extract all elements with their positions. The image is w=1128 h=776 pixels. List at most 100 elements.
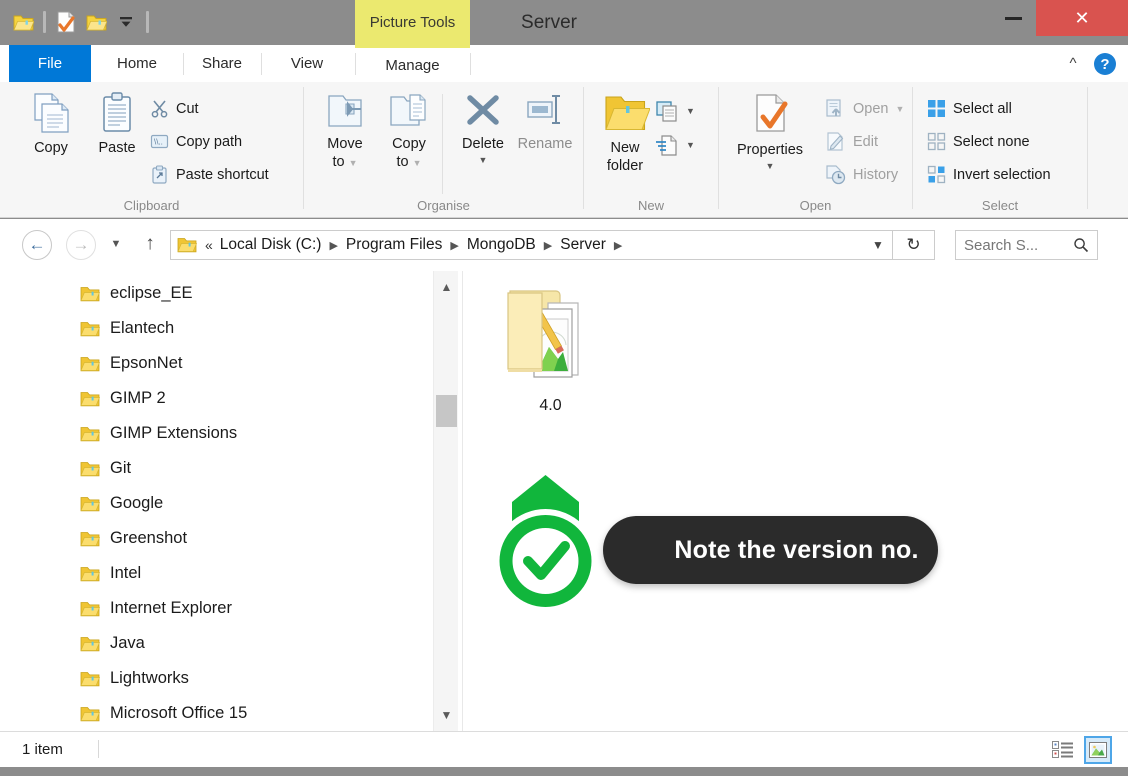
tree-item-label: Internet Explorer <box>110 599 232 618</box>
back-button[interactable]: ← <box>22 230 52 260</box>
paste-button[interactable]: Paste <box>80 90 154 157</box>
move-to-button[interactable]: Moveto ▼ <box>308 90 382 172</box>
cut-button[interactable]: Cut <box>150 94 199 123</box>
breadcrumb-overflow[interactable]: « <box>201 237 217 253</box>
tree-item-3[interactable]: GIMP 2 <box>80 381 166 416</box>
breadcrumb-arrow-0[interactable]: ▶ <box>324 239 342 252</box>
copy-to-button[interactable]: Copyto ▼ <box>372 90 446 172</box>
large-icons-view-button[interactable] <box>1084 736 1112 764</box>
annotation-text: Note the version no. <box>622 536 918 565</box>
tree-item-label: GIMP Extensions <box>110 424 237 443</box>
refresh-icon: ↻ <box>906 235 920 255</box>
new-folder-button[interactable]: Newfolder <box>588 90 662 175</box>
tree-item-label: EpsonNet <box>110 354 182 373</box>
tree-item-8[interactable]: Intel <box>80 556 141 591</box>
breadcrumb-item-0[interactable]: Local Disk (C:) <box>217 236 325 254</box>
breadcrumb-arrow-2[interactable]: ▶ <box>539 239 557 252</box>
copy-button[interactable]: Copy <box>14 90 88 157</box>
delete-button-label: Delete <box>462 135 504 153</box>
invert-selection-button-label: Invert selection <box>953 167 1051 183</box>
up-button[interactable]: ↑ <box>138 233 162 255</box>
content-pane[interactable]: 4.0 Note the version no. <box>463 271 1128 731</box>
tree-item-7[interactable]: Greenshot <box>80 521 187 556</box>
edit-button[interactable]: Edit <box>825 127 878 156</box>
tree-item-label: Microsoft Office 15 <box>110 704 247 723</box>
easy-access-button[interactable]: ▼ <box>655 130 695 159</box>
breadcrumb-item-3[interactable]: Server <box>557 236 609 254</box>
chevron-up-icon[interactable]: ^ <box>1063 55 1083 72</box>
annotation-callout: Note the version no. <box>473 466 943 626</box>
folder-item[interactable]: 4.0 <box>483 279 618 415</box>
open-button[interactable]: Open ▼ <box>825 94 904 123</box>
ribbon-group-organise: Moveto ▼ Copyto ▼ Delete ▼ <box>304 82 583 218</box>
tree-item-6[interactable]: Google <box>80 486 163 521</box>
nav-pane-scrollbar[interactable]: ▲ ▼ <box>433 271 458 731</box>
forward-arrow-icon: → <box>73 235 90 255</box>
folder-icon <box>80 530 100 548</box>
properties-caret-icon[interactable]: ▼ <box>766 161 775 171</box>
tree-item-0[interactable]: eclipse_EE <box>80 276 193 311</box>
qat-properties-icon[interactable] <box>51 7 81 37</box>
tree-item-9[interactable]: Internet Explorer <box>80 591 232 626</box>
new-item-caret-icon[interactable]: ▼ <box>686 106 695 116</box>
up-arrow-icon: ↑ <box>145 233 155 254</box>
tab-manage[interactable]: Manage <box>355 45 470 82</box>
new-item-button[interactable]: ▼ <box>655 96 695 125</box>
tree-item-4[interactable]: GIMP Extensions <box>80 416 237 451</box>
copy-path-button[interactable]: \\.. Copy path <box>150 127 242 156</box>
breadcrumb-item-2[interactable]: MongoDB <box>464 236 539 254</box>
tree-item-11[interactable]: Lightworks <box>80 661 189 696</box>
select-none-button-label: Select none <box>953 134 1030 150</box>
easy-access-caret-icon[interactable]: ▼ <box>686 140 695 150</box>
move-to-button-label: Moveto ▼ <box>327 135 362 172</box>
tab-home[interactable]: Home <box>91 45 183 82</box>
open-caret-icon[interactable]: ▼ <box>895 104 904 114</box>
qat-new-folder-icon[interactable] <box>8 7 38 37</box>
tab-file[interactable]: File <box>9 45 91 82</box>
tree-item-label: Google <box>110 494 163 513</box>
recent-locations-button[interactable]: ▼ <box>106 238 126 250</box>
close-button[interactable]: ✕ <box>1036 0 1128 36</box>
search-input[interactable]: Search S... <box>955 230 1098 260</box>
minimize-button[interactable] <box>990 0 1036 36</box>
history-button[interactable]: History <box>825 160 898 189</box>
select-all-button[interactable]: Select all <box>927 94 1012 123</box>
contextual-tab-picture-tools[interactable]: Picture Tools <box>355 0 470 45</box>
properties-button[interactable]: Properties ▼ <box>725 90 815 171</box>
tree-item-10[interactable]: Java <box>80 626 145 661</box>
scroll-down-button[interactable]: ▼ <box>434 703 459 727</box>
rename-button[interactable]: Rename <box>508 90 582 153</box>
breadcrumb-arrow-3[interactable]: ▶ <box>609 239 627 252</box>
check-circle-icon <box>473 466 618 616</box>
help-button[interactable]: ? <box>1094 53 1116 75</box>
tree-item-5[interactable]: Git <box>80 451 131 486</box>
tab-share[interactable]: Share <box>183 45 261 82</box>
breadcrumb-arrow-1[interactable]: ▶ <box>445 239 463 252</box>
delete-caret-icon[interactable]: ▼ <box>479 155 488 165</box>
scrollbar-thumb[interactable] <box>436 395 457 427</box>
breadcrumb-item-1[interactable]: Program Files <box>343 236 445 254</box>
select-none-button[interactable]: Select none <box>927 127 1030 156</box>
scroll-up-button[interactable]: ▲ <box>434 275 459 299</box>
breadcrumb[interactable]: « Local Disk (C:) ▶ Program Files ▶ Mong… <box>170 230 893 260</box>
copy-to-button-label: Copyto ▼ <box>392 135 426 172</box>
folder-icon <box>80 285 100 303</box>
tree-item-2[interactable]: EpsonNet <box>80 346 182 381</box>
tree-item-1[interactable]: Elantech <box>80 311 174 346</box>
qat-new-folder-icon-2[interactable] <box>81 7 111 37</box>
forward-button[interactable]: → <box>66 230 96 260</box>
tree-item-12[interactable]: Microsoft Office 15 <box>80 696 247 731</box>
qat-separator-2 <box>146 11 149 33</box>
details-view-button[interactable] <box>1050 737 1076 763</box>
invert-selection-button[interactable]: Invert selection <box>927 160 1051 189</box>
folder-item-label: 4.0 <box>539 397 561 415</box>
ribbon-group-clipboard: Copy Paste <box>0 82 303 218</box>
breadcrumb-dropdown-icon[interactable]: ▼ <box>866 231 890 259</box>
svg-text:\\..: \\.. <box>154 138 163 147</box>
qat-customize-icon[interactable] <box>111 7 141 37</box>
tree-item-label: Lightworks <box>110 669 189 688</box>
tree-item-label: Git <box>110 459 131 478</box>
refresh-button[interactable]: ↻ <box>893 230 935 260</box>
paste-shortcut-button[interactable]: Paste shortcut <box>150 160 269 189</box>
tab-view[interactable]: View <box>261 45 353 82</box>
